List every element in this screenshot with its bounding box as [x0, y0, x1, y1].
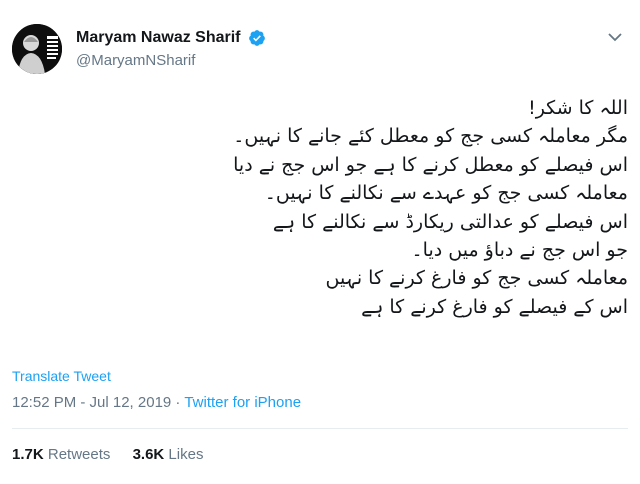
tweet-card: Maryam Nawaz Sharif @MaryamNSharif اللہ …	[0, 0, 640, 484]
tweet-line: معاملہ کسی جج کو عہدے سے نکالنے کا نہیں۔	[264, 182, 628, 205]
tweet-metadata: 12:52 PM - Jul 12, 2019 · Twitter for iP…	[12, 394, 301, 411]
tweet-line: اس فیصلے کو عدالتی ریکارڈ سے نکالنے کا ہ…	[272, 210, 628, 233]
chevron-down-icon[interactable]	[608, 32, 622, 42]
user-handle[interactable]: @MaryamNSharif	[76, 52, 195, 69]
tweet-line: معاملہ کسی جج کو فارغ کرنے کا نہیں	[325, 267, 629, 290]
avatar[interactable]	[12, 24, 62, 74]
retweets-count: 1.7K	[12, 446, 44, 463]
display-name[interactable]: Maryam Nawaz Sharif	[76, 29, 241, 47]
tweet-line: مگر معاملہ کسی جج کو معطل کئے جانے کا نہ…	[233, 125, 628, 148]
tweet-line: اللہ کا شکر!	[528, 97, 628, 119]
tweet-line: اس فیصلے کو معطل کرنے کا ہے جو اس جج نے …	[233, 153, 628, 176]
tweet-source-link[interactable]: Twitter for iPhone	[184, 394, 301, 411]
likes-stat[interactable]: 3.6K Likes	[133, 446, 204, 463]
verified-badge-icon	[249, 30, 265, 46]
tweet-stats: 1.7K Retweets 3.6K Likes	[12, 446, 221, 463]
tweet-text: اللہ کا شکر! مگر معاملہ کسی جج کو معطل ک…	[28, 94, 628, 321]
retweets-stat[interactable]: 1.7K Retweets	[12, 446, 110, 463]
translate-tweet-link[interactable]: Translate Tweet	[12, 368, 111, 384]
likes-label: Likes	[168, 446, 204, 463]
meta-separator: ·	[171, 394, 185, 411]
likes-count: 3.6K	[132, 446, 165, 463]
tweet-timestamp[interactable]: 12:52 PM - Jul 12, 2019	[12, 394, 171, 411]
retweets-label: Retweets	[47, 446, 111, 463]
tweet-line: جو اس جج نے دباؤ میں دیا۔	[411, 239, 628, 262]
divider	[12, 428, 628, 429]
avatar-image	[12, 24, 62, 74]
tweet-line: اس کے فیصلے کو فارغ کرنے کا ہے	[361, 295, 628, 318]
